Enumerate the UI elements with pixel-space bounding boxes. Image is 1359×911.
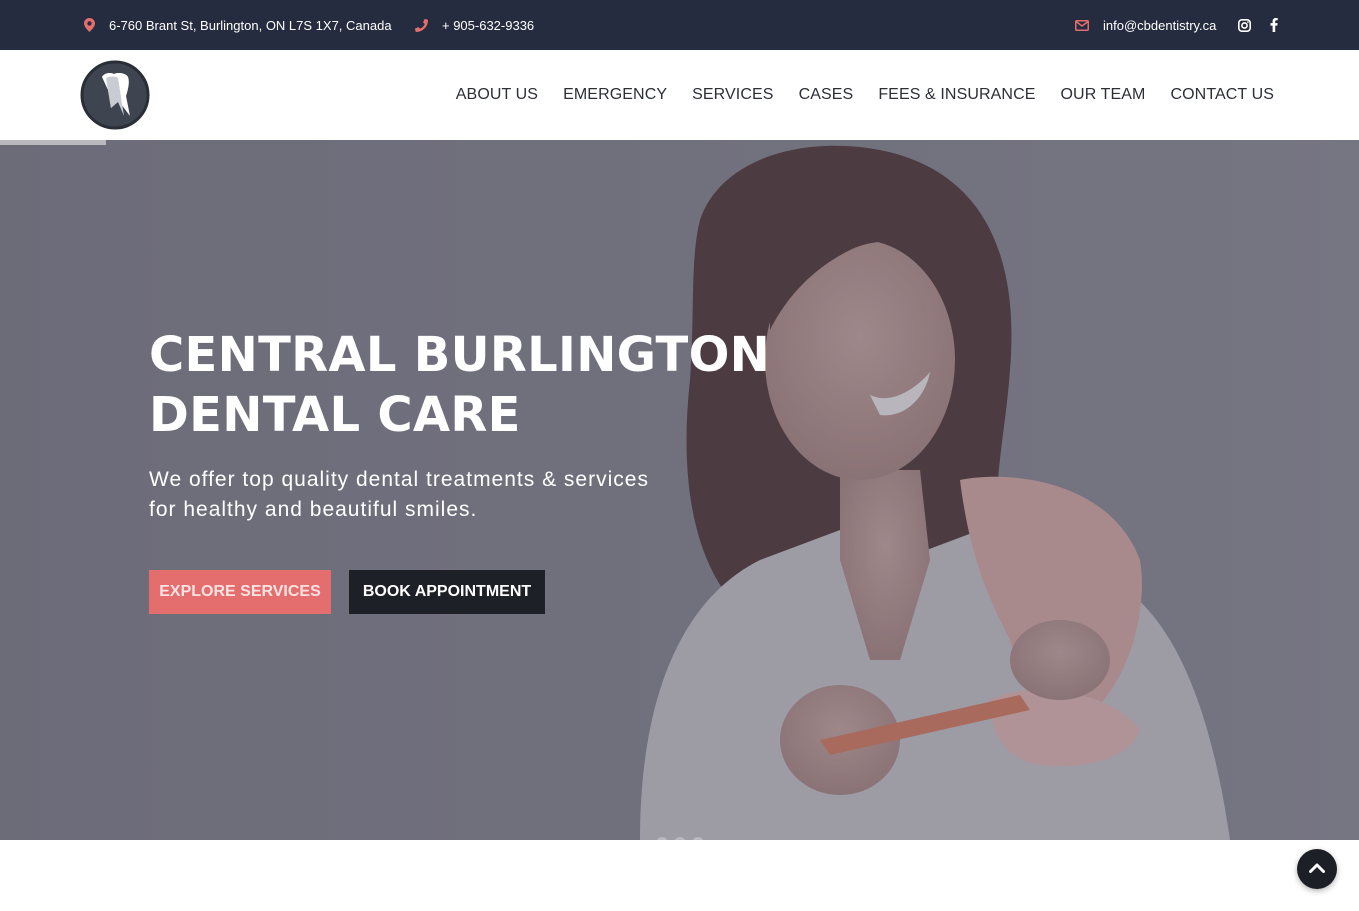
book-appointment-button[interactable]: BOOK APPOINTMENT — [349, 570, 545, 614]
nav-item-emergency[interactable]: EMERGENCY — [563, 86, 667, 104]
top-info-bar: 6-760 Brant St, Burlington, ON L7S 1X7, … — [0, 0, 1359, 50]
facebook-icon — [1270, 18, 1278, 32]
instagram-icon — [1238, 18, 1251, 32]
hero-title-line-1: CENTRAL BURLINGTON — [149, 327, 771, 383]
back-to-top-button[interactable] — [1297, 849, 1337, 889]
slider-dot[interactable] — [674, 837, 686, 840]
email-text: info@cbdentistry.ca — [1103, 17, 1217, 33]
nav-item-about-us[interactable]: ABOUT US — [456, 86, 538, 104]
phone-icon — [415, 18, 428, 32]
instagram-link[interactable] — [1238, 0, 1251, 50]
envelope-icon — [1075, 19, 1089, 31]
slider-dot[interactable] — [656, 837, 668, 840]
main-nav: ABOUT US EMERGENCY SERVICES CASES FEES &… — [456, 50, 1274, 140]
slider-dots — [656, 837, 704, 840]
phone-text: + 905-632-9336 — [442, 17, 535, 33]
hero-title-line-2: DENTAL CARE — [149, 387, 521, 443]
explore-services-button[interactable]: EXPLORE SERVICES — [149, 570, 331, 614]
nav-item-contact-us[interactable]: CONTACT US — [1170, 86, 1274, 104]
nav-item-our-team[interactable]: OUR TEAM — [1061, 86, 1146, 104]
nav-item-services[interactable]: SERVICES — [692, 86, 773, 104]
active-indicator-bar — [0, 140, 106, 145]
nav-item-fees-insurance[interactable]: FEES & INSURANCE — [878, 86, 1035, 104]
facebook-link[interactable] — [1270, 0, 1278, 50]
hero-subtitle: We offer top quality dental treatments &… — [149, 465, 749, 525]
hero-subtitle-line-1: We offer top quality dental treatments &… — [149, 468, 649, 491]
slider-dot[interactable] — [692, 837, 704, 840]
email-item[interactable]: info@cbdentistry.ca — [1075, 0, 1216, 50]
hero-subtitle-line-2: for healthy and beautiful smiles. — [149, 498, 478, 521]
address-text: 6-760 Brant St, Burlington, ON L7S 1X7, … — [109, 17, 392, 33]
chevron-up-icon — [1309, 860, 1325, 878]
site-logo[interactable] — [80, 60, 150, 130]
phone-item[interactable]: + 905-632-9336 — [415, 0, 534, 50]
nav-item-cases[interactable]: CASES — [799, 86, 854, 104]
address-item[interactable]: 6-760 Brant St, Burlington, ON L7S 1X7, … — [84, 0, 392, 50]
hero-slider: CENTRAL BURLINGTON DENTAL CARE We offer … — [0, 140, 1359, 840]
hero-title: CENTRAL BURLINGTON DENTAL CARE — [149, 325, 789, 445]
map-marker-icon — [84, 18, 95, 32]
